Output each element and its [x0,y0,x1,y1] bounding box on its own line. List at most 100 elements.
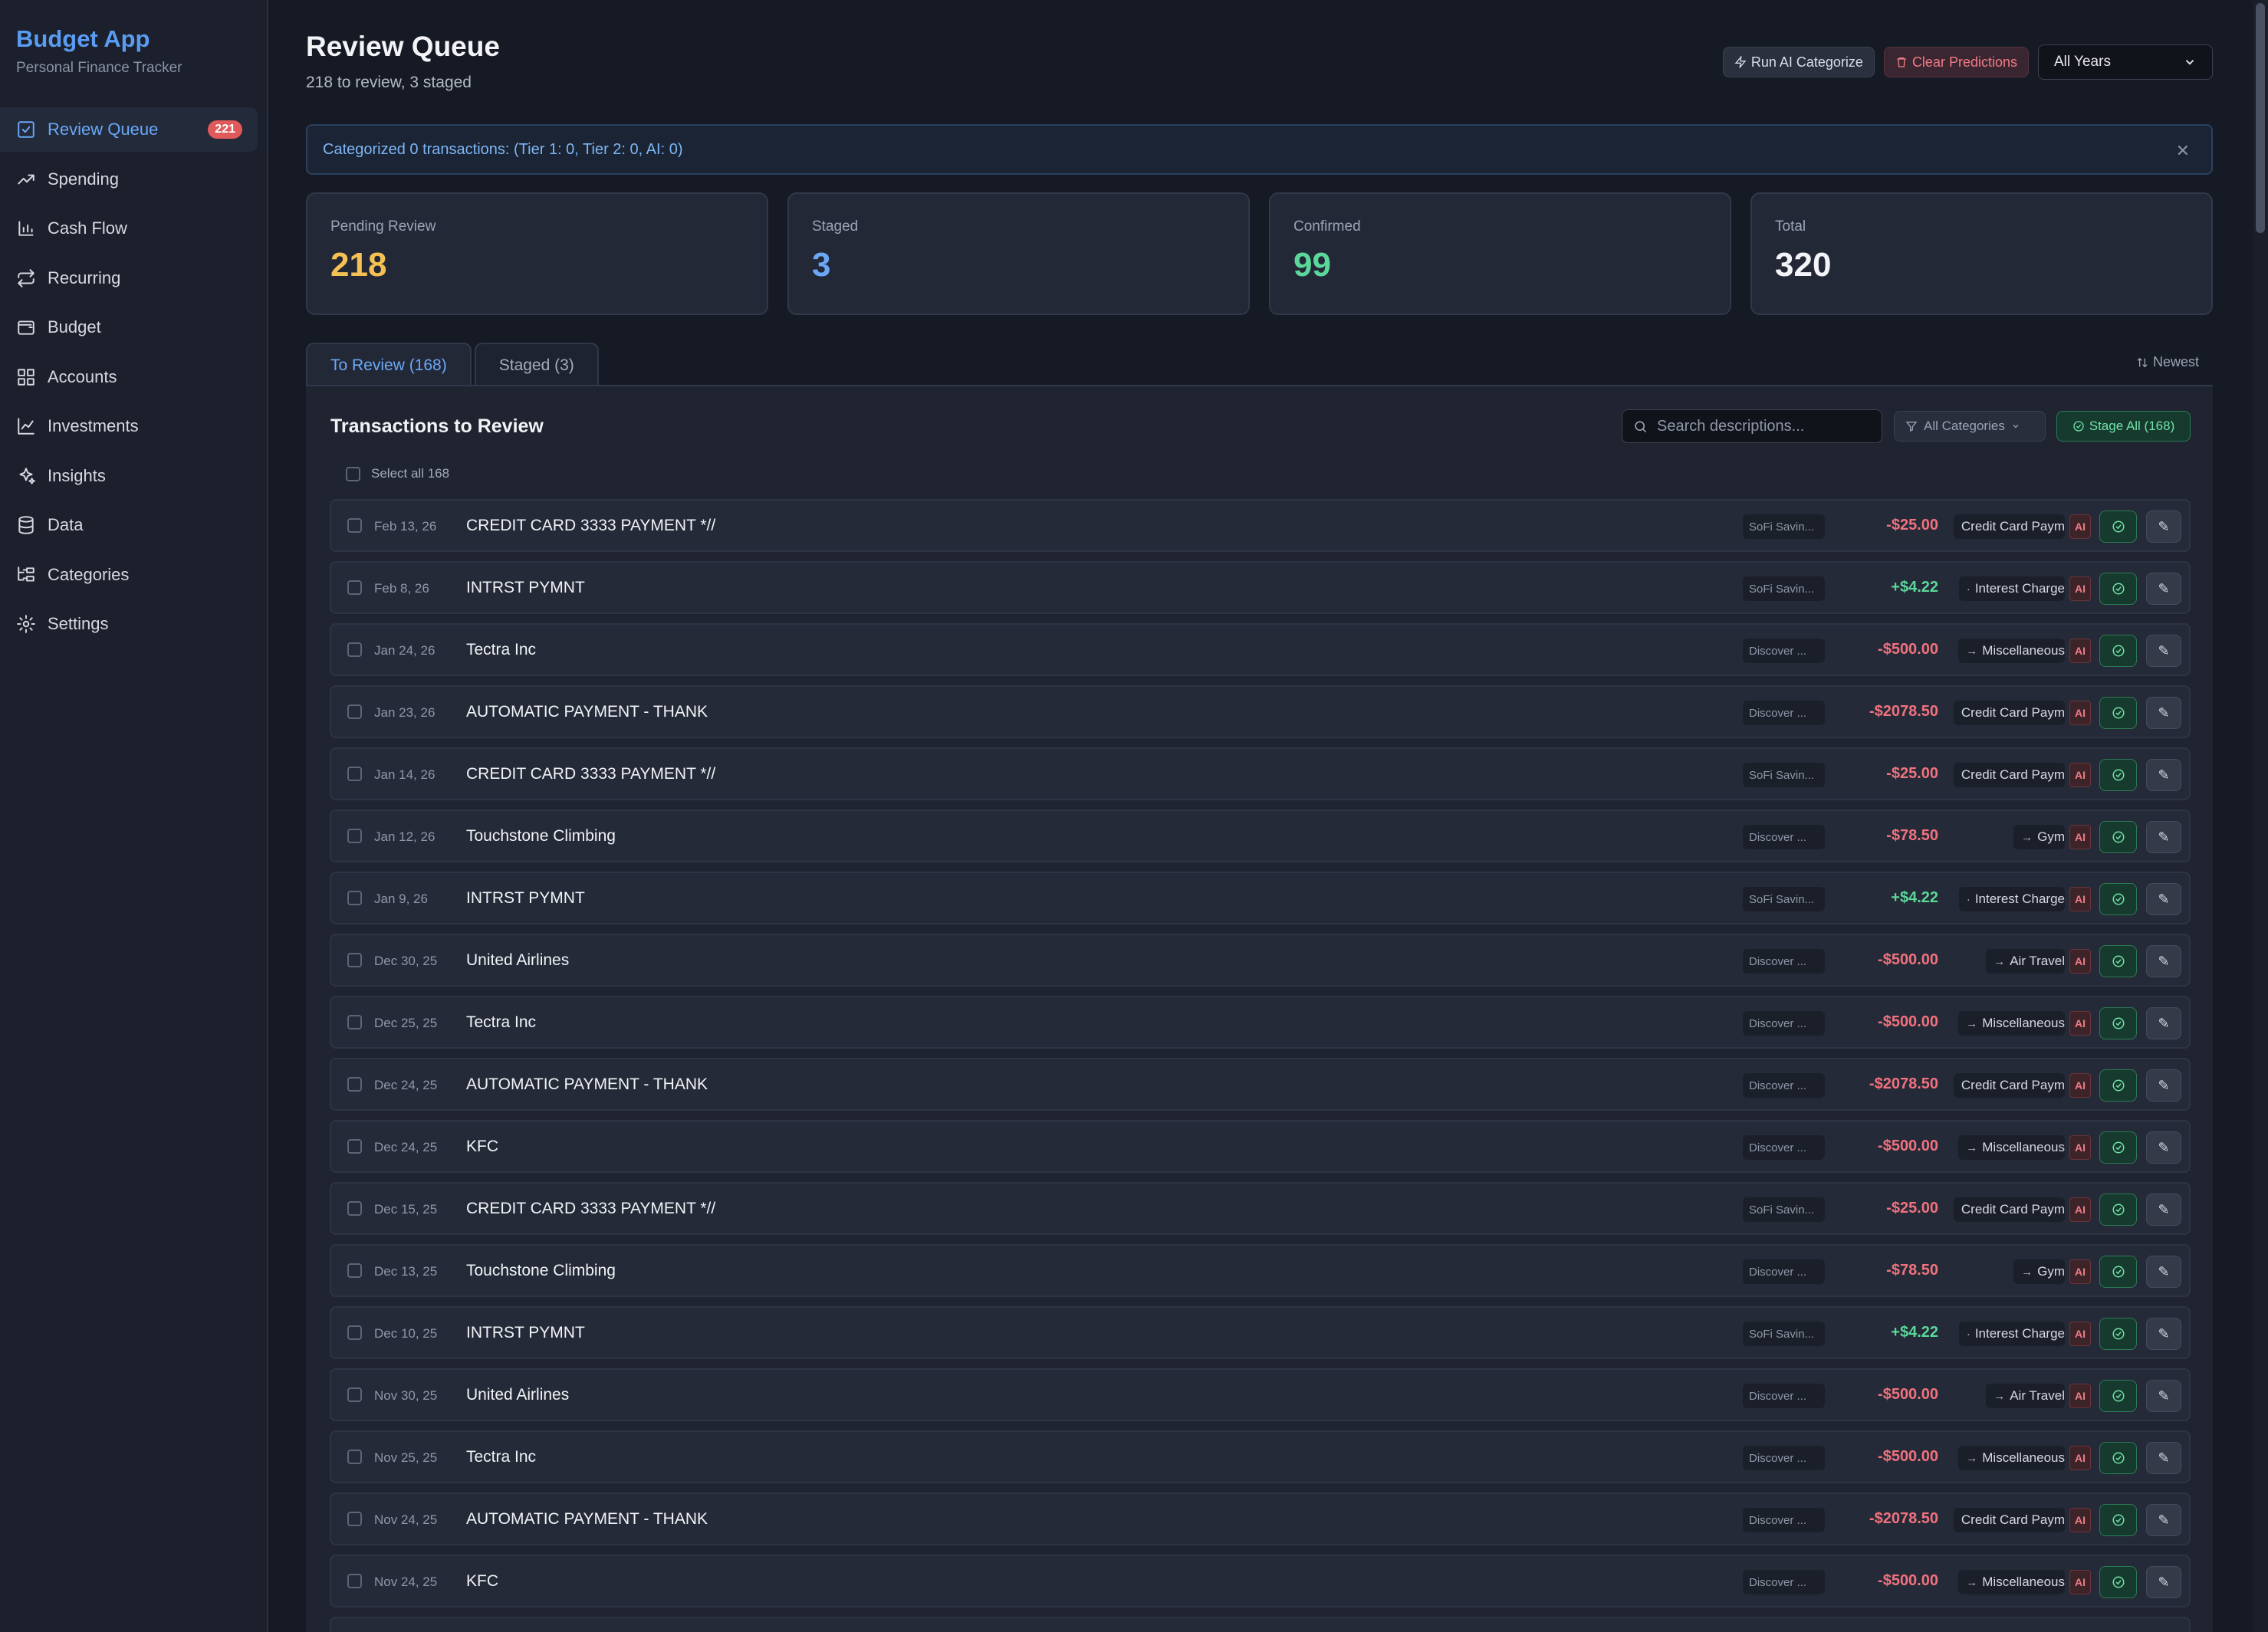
year-select[interactable]: All Years [2038,44,2213,80]
edit-button[interactable]: ✎ [2146,511,2181,543]
row-checkbox[interactable] [347,1574,362,1588]
edit-button[interactable]: ✎ [2146,1194,2181,1226]
clear-predictions-button[interactable]: Clear Predictions [1883,47,2029,77]
sidebar-item-spending[interactable]: Spending [0,157,258,202]
approve-button[interactable] [2099,1007,2137,1039]
row-checkbox[interactable] [347,891,362,905]
edit-button[interactable]: ✎ [2146,1380,2181,1412]
sidebar-item-budget[interactable]: Budget [0,305,258,350]
approve-button[interactable] [2099,1131,2137,1164]
scrollbar[interactable] [2253,0,2268,1632]
edit-button[interactable]: ✎ [2146,573,2181,605]
approve-button[interactable] [2099,1318,2137,1350]
edit-button[interactable]: ✎ [2146,883,2181,915]
approve-button[interactable] [2099,1566,2137,1598]
sort-toggle[interactable]: Newest [2136,354,2199,370]
edit-button[interactable]: ✎ [2146,821,2181,853]
transaction-row[interactable]: Dec 30, 25 United Airlines Discover ... … [330,934,2191,987]
category-chip[interactable]: Credit Card Paym [1953,1508,2065,1532]
sidebar-item-accounts[interactable]: Accounts [0,355,258,399]
transaction-row[interactable]: Dec 13, 25 Touchstone Climbing Discover … [330,1244,2191,1297]
sidebar-item-review-queue[interactable]: Review Queue 221 [0,107,258,152]
edit-button[interactable]: ✎ [2146,945,2181,977]
category-chip[interactable]: → Air Travel [1986,1384,2065,1408]
row-checkbox[interactable] [347,704,362,719]
category-chip[interactable]: · Interest Charge [1958,887,2065,911]
row-checkbox[interactable] [347,1077,362,1092]
approve-button[interactable] [2099,821,2137,853]
sidebar-item-recurring[interactable]: Recurring [0,256,258,300]
row-checkbox[interactable] [347,1512,362,1526]
row-checkbox[interactable] [347,642,362,657]
category-chip[interactable]: → Miscellaneous [1958,1135,2065,1160]
row-checkbox[interactable] [347,1139,362,1154]
row-checkbox[interactable] [347,1325,362,1340]
approve-button[interactable] [2099,573,2137,605]
category-chip[interactable]: Credit Card Paym [1953,514,2065,539]
category-chip[interactable]: Credit Card Paym [1953,763,2065,787]
category-chip[interactable]: → Air Travel [1986,949,2065,974]
transaction-row[interactable]: Nov 30, 25 United Airlines Discover ... … [330,1368,2191,1421]
row-checkbox[interactable] [347,1387,362,1402]
approve-button[interactable] [2099,1504,2137,1536]
edit-button[interactable]: ✎ [2146,1318,2181,1350]
transaction-row[interactable]: Feb 8, 26 INTRST PYMNT SoFi Savin... +$4… [330,561,2191,614]
sidebar-item-data[interactable]: Data [0,503,258,547]
edit-button[interactable]: ✎ [2146,1442,2181,1474]
approve-button[interactable] [2099,635,2137,667]
row-checkbox[interactable] [347,1450,362,1464]
edit-button[interactable]: ✎ [2146,1504,2181,1536]
transaction-row[interactable]: Nov 24, 25 AUTOMATIC PAYMENT - THANK Dis… [330,1492,2191,1545]
transaction-row[interactable]: Jan 12, 26 Touchstone Climbing Discover … [330,809,2191,862]
transaction-row[interactable]: Jan 14, 26 CREDIT CARD 3333 PAYMENT *// … [330,747,2191,800]
edit-button[interactable]: ✎ [2146,1566,2181,1598]
transaction-row[interactable]: Feb 13, 26 CREDIT CARD 3333 PAYMENT *// … [330,499,2191,552]
approve-button[interactable] [2099,883,2137,915]
sidebar-item-settings[interactable]: Settings [0,602,258,646]
edit-button[interactable]: ✎ [2146,635,2181,667]
search-input[interactable] [1657,417,1864,435]
select-all-checkbox[interactable] [346,466,360,481]
row-checkbox[interactable] [347,829,362,843]
edit-button[interactable]: ✎ [2146,1069,2181,1102]
sidebar-item-categories[interactable]: Categories [0,553,258,597]
close-icon[interactable]: ✕ [2176,141,2190,161]
transaction-row[interactable]: Nov 24, 25 KFC Discover ... -$500.00 → Mi… [330,1555,2191,1607]
transaction-row[interactable]: Jan 9, 26 INTRST PYMNT SoFi Savin... +$4… [330,872,2191,924]
category-chip[interactable]: · Interest Charge [1958,576,2065,601]
transaction-row[interactable] [330,1617,2191,1632]
approve-button[interactable] [2099,1194,2137,1226]
transaction-row[interactable]: Jan 24, 26 Tectra Inc Discover ... -$500… [330,623,2191,676]
transaction-row[interactable]: Dec 15, 25 CREDIT CARD 3333 PAYMENT *// … [330,1182,2191,1235]
transaction-row[interactable]: Dec 24, 25 AUTOMATIC PAYMENT - THANK Dis… [330,1058,2191,1111]
approve-button[interactable] [2099,1442,2137,1474]
row-checkbox[interactable] [347,1201,362,1216]
edit-button[interactable]: ✎ [2146,1256,2181,1288]
transaction-row[interactable]: Jan 23, 26 AUTOMATIC PAYMENT - THANK Dis… [330,685,2191,738]
tab-staged[interactable]: Staged (3) [474,343,599,386]
row-checkbox[interactable] [347,767,362,781]
category-chip[interactable]: Credit Card Paym [1953,1073,2065,1098]
category-chip[interactable]: → Miscellaneous [1958,1011,2065,1036]
approve-button[interactable] [2099,1256,2137,1288]
category-chip[interactable]: → Gym [2013,825,2065,849]
row-checkbox[interactable] [347,953,362,967]
row-checkbox[interactable] [347,1015,362,1029]
category-filter[interactable]: All Categories [1894,411,2046,442]
category-chip[interactable]: → Miscellaneous [1958,1570,2065,1594]
category-chip[interactable]: Credit Card Paym [1953,701,2065,725]
edit-button[interactable]: ✎ [2146,1131,2181,1164]
category-chip[interactable]: Credit Card Paym [1953,1197,2065,1222]
category-chip[interactable]: → Miscellaneous [1958,1446,2065,1470]
stage-all-button[interactable]: Stage All (168) [2056,411,2191,442]
row-checkbox[interactable] [347,580,362,595]
row-checkbox[interactable] [347,1263,362,1278]
approve-button[interactable] [2099,1380,2137,1412]
category-chip[interactable]: · Interest Charge [1958,1322,2065,1346]
approve-button[interactable] [2099,759,2137,791]
scrollbar-thumb[interactable] [2256,3,2265,233]
category-chip[interactable]: → Miscellaneous [1958,639,2065,663]
approve-button[interactable] [2099,945,2137,977]
approve-button[interactable] [2099,697,2137,729]
transaction-row[interactable]: Nov 25, 25 Tectra Inc Discover ... -$500… [330,1430,2191,1483]
